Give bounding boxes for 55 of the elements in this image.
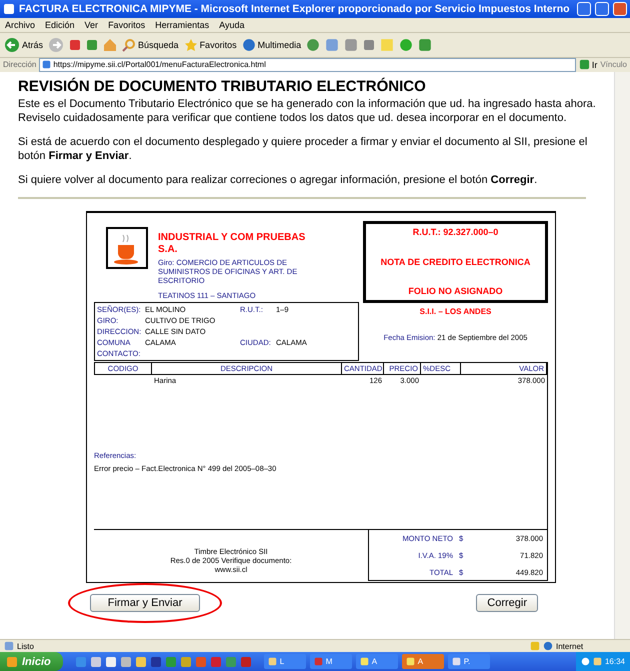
- star-icon: [184, 38, 198, 52]
- status-text: Listo: [17, 642, 35, 650]
- maximize-button[interactable]: [595, 2, 609, 16]
- toolbar-button[interactable]: Multimedia: [242, 38, 302, 52]
- page-heading: REVISIÓN DE DOCUMENTO TRIBUTARIO ELECTRÓNICO: [18, 78, 427, 95]
- folio-text: FOLIO NO ASIGNADO: [408, 286, 503, 297]
- instruction-text: Este es el Documento Tributario Electrónico que se ha generado con la información que ud. ha ingresado hasta ahora.: [18, 97, 597, 111]
- menu-item[interactable]: Ayuda: [219, 20, 244, 30]
- toolbar-button[interactable]: Búsqueda: [122, 38, 179, 52]
- toolbar-button[interactable]: Atrás: [4, 37, 44, 53]
- menu-item[interactable]: Ver: [84, 20, 98, 30]
- security-zone: Internet: [556, 642, 584, 650]
- close-button[interactable]: [613, 2, 627, 16]
- app-icon: [180, 656, 192, 668]
- links-label[interactable]: Vínculo: [600, 60, 627, 69]
- app-icon: [120, 656, 132, 668]
- toolbar-button[interactable]: Favoritos: [184, 38, 237, 52]
- instruction-text: Si está de acuerdo con el documento desplegado y quiere proceder a firmar y enviar el documento al SII, presione el botón Firmar y Enviar.: [18, 135, 588, 163]
- minimize-button[interactable]: [577, 2, 591, 16]
- instruction-text: Si quiere volver al documento para realizar correciones o agregar información, presione el botón Corregir.: [18, 173, 538, 187]
- taskbar-button[interactable]: M: [310, 654, 352, 669]
- address-label: Dirección: [3, 60, 36, 69]
- taskbar-button[interactable]: L: [264, 654, 306, 669]
- clock: 16:34: [604, 657, 625, 666]
- app-icon: [224, 656, 237, 668]
- taskbar-button[interactable]: A: [356, 654, 398, 669]
- form-button[interactable]: Corregir: [476, 594, 538, 612]
- app-icon: [134, 656, 147, 668]
- app-icon: [74, 656, 87, 668]
- tax-office: S.I.I. – LOS ANDES: [420, 307, 492, 317]
- app-icon: [104, 656, 117, 668]
- issuer-rut: R.U.T.: 92.327.000–0: [412, 227, 498, 238]
- issuer-name: INDUSTRIAL Y COM PRUEBAS S.A.: [158, 232, 306, 256]
- address-field[interactable]: https://mipyme.sii.cl/Portal001/menuFacturaElectronica.html: [39, 58, 576, 72]
- window-title: FACTURA ELECTRONICA MIPYME - Microsoft Internet Explorer proporcionado por Servicio Impuestos Interno: [19, 3, 571, 15]
- go-button[interactable]: Ir: [578, 59, 598, 70]
- menu-item[interactable]: Herramientas: [155, 20, 210, 30]
- form-button[interactable]: Firmar y Enviar: [90, 594, 200, 612]
- menu-item[interactable]: Archivo: [5, 20, 36, 30]
- instruction-text: Reviselo cuidadosamente para verificar que contiene todos los datos que ud. desea incorporar en el documento.: [18, 111, 568, 125]
- menu-item[interactable]: Edición: [45, 20, 75, 30]
- document-type: NOTA DE CREDITO ELECTRONICA: [380, 256, 530, 268]
- scrollbar[interactable]: [614, 72, 630, 639]
- magnifier-icon: [122, 38, 136, 52]
- note-icon: [380, 38, 394, 52]
- taskbar-button[interactable]: P.: [448, 654, 490, 669]
- house-icon: [103, 38, 118, 52]
- app-icon: [90, 656, 102, 668]
- app-icon: [210, 656, 222, 668]
- app-icon: [164, 656, 177, 668]
- app-icon: [150, 656, 162, 668]
- app-icon: [240, 656, 252, 668]
- app-icon: [194, 656, 207, 668]
- coffee-cup-icon: [106, 227, 148, 269]
- menu-item[interactable]: Favoritos: [108, 20, 146, 30]
